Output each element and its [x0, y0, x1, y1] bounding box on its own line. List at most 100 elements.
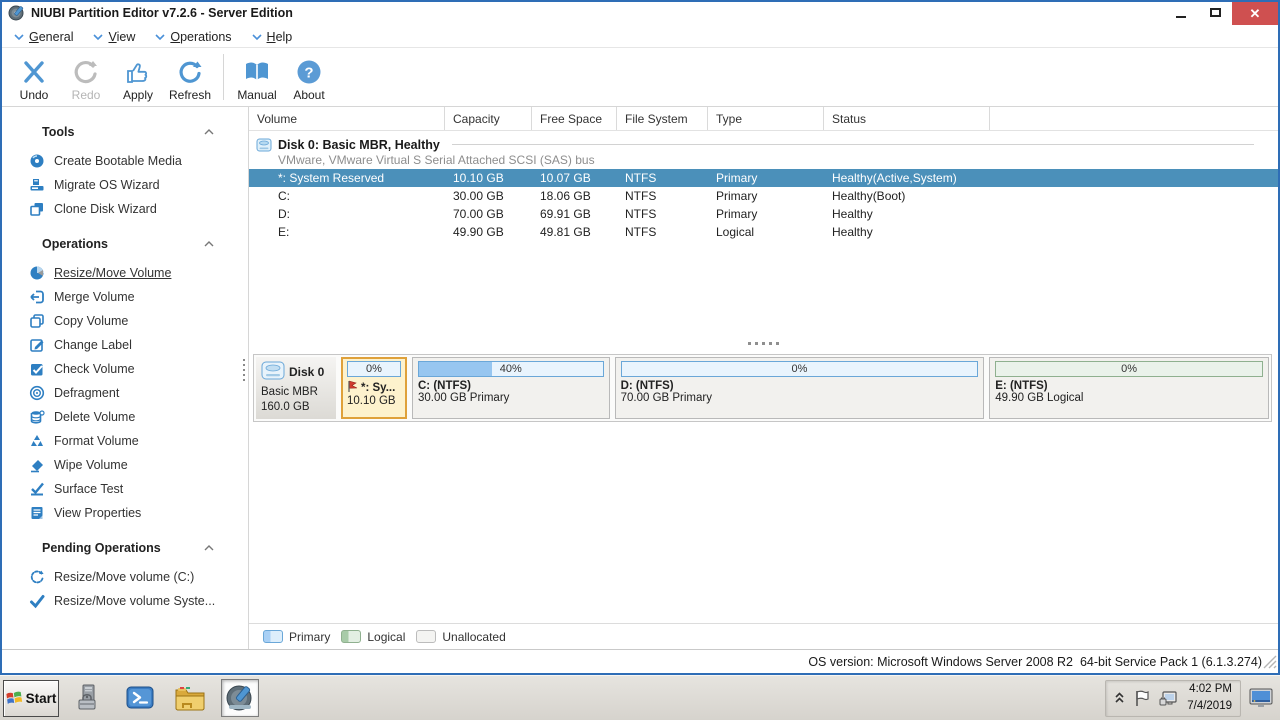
taskbar-powershell-icon[interactable] [121, 679, 159, 717]
disk-map-block-e[interactable]: 0% E: (NTFS) 49.90 GB Logical [989, 357, 1269, 419]
disk-map-block-system-reserved[interactable]: 0% *: Sy... 10.10 GB [341, 357, 407, 419]
sidebar: Tools Create Bootable Media Migrate OS W… [2, 107, 249, 649]
redo-button[interactable]: Redo [60, 50, 112, 104]
column-header-free-space[interactable]: Free Space [532, 107, 617, 130]
sidebar-item-surface-test[interactable]: Surface Test [2, 477, 248, 501]
os-version-text: OS version: Microsoft Windows Server 200… [808, 655, 1262, 669]
taskbar-niubi-icon[interactable] [221, 679, 259, 717]
sidebar-item-resize-move-volume[interactable]: Resize/Move Volume [2, 261, 248, 285]
system-tray: 4:02 PM 7/4/2019 [1105, 680, 1277, 717]
sidebar-section-operations: Operations Resize/Move Volume Merge Volu… [2, 233, 248, 525]
disk-map-block-c[interactable]: 40% C: (NTFS) 30.00 GB Primary [412, 357, 610, 419]
close-button[interactable]: ✕ [1232, 2, 1278, 25]
minimize-icon [1176, 16, 1186, 18]
legend-logical: Logical [341, 630, 405, 644]
disk-drive-icon [256, 138, 272, 152]
volume-row-system-reserved[interactable]: *: System Reserved 10.10 GB 10.07 GB NTF… [249, 169, 1278, 187]
pending-item-resize-move-c[interactable]: Resize/Move volume (C:) [2, 565, 248, 589]
action-center-flag-icon[interactable] [1134, 690, 1150, 707]
sidebar-item-create-bootable-media[interactable]: Create Bootable Media [2, 149, 248, 173]
sidebar-item-format-volume[interactable]: Format Volume [2, 429, 248, 453]
surface-test-icon [29, 481, 45, 497]
check-volume-icon [29, 361, 45, 377]
maximize-icon [1210, 8, 1221, 17]
menu-help[interactable]: Help [252, 30, 293, 44]
clock-time: 4:02 PM [1187, 681, 1232, 698]
menu-bar: General View Operations Help [2, 26, 1278, 48]
disk-group-row[interactable]: Disk 0: Basic MBR, Healthy VMware, VMwar… [249, 131, 1278, 169]
volume-row-c[interactable]: C: 30.00 GB 18.06 GB NTFS Primary Health… [249, 187, 1278, 205]
sidebar-section-pending-header[interactable]: Pending Operations [42, 537, 214, 559]
menu-view[interactable]: View [93, 30, 135, 44]
menu-operations-label: Operations [170, 30, 231, 44]
volume-row-e[interactable]: E: 49.90 GB 49.81 GB NTFS Logical Health… [249, 223, 1278, 241]
column-header-capacity[interactable]: Capacity [445, 107, 532, 130]
sidebar-item-change-label[interactable]: Change Label [2, 333, 248, 357]
menu-operations[interactable]: Operations [155, 30, 231, 44]
partition-label: E: (NTFS) [995, 380, 1263, 392]
sidebar-item-merge-volume[interactable]: Merge Volume [2, 285, 248, 309]
disk-map-panel: Disk 0 Basic MBR 160.0 GB 0% *: Sy... 10… [253, 354, 1272, 422]
panel-splitter-handle[interactable] [249, 337, 1278, 349]
hidden-icons-chevron-icon[interactable] [1114, 691, 1125, 705]
menu-general[interactable]: General [14, 30, 73, 44]
sidebar-splitter-handle[interactable] [243, 359, 245, 381]
taskbar-server-manager-icon[interactable] [71, 679, 109, 717]
migrate-os-icon [29, 177, 45, 193]
menu-help-label: Help [267, 30, 293, 44]
sidebar-section-tools-header[interactable]: Tools [42, 121, 214, 143]
status-bar: OS version: Microsoft Windows Server 200… [2, 649, 1278, 673]
windows-flag-icon [6, 691, 23, 706]
sidebar-item-clone-disk-wizard[interactable]: Clone Disk Wizard [2, 197, 248, 221]
resize-grip[interactable] [1263, 655, 1277, 672]
volume-row-d[interactable]: D: 70.00 GB 69.91 GB NTFS Primary Health… [249, 205, 1278, 223]
disk-map-block-d[interactable]: 0% D: (NTFS) 70.00 GB Primary [615, 357, 985, 419]
window-title: NIUBI Partition Editor v7.2.6 - Server E… [31, 6, 293, 20]
sidebar-item-view-properties[interactable]: View Properties [2, 501, 248, 525]
wipe-eraser-icon [29, 457, 45, 473]
partition-label: D: (NTFS) [621, 380, 979, 392]
column-header-file-system[interactable]: File System [617, 107, 708, 130]
show-desktop-icon[interactable] [1249, 688, 1273, 708]
unallocated-swatch-icon [416, 630, 436, 643]
sidebar-item-migrate-os-wizard[interactable]: Migrate OS Wizard [2, 173, 248, 197]
usage-fill [419, 362, 492, 376]
taskbar-clock[interactable]: 4:02 PM 7/4/2019 [1187, 681, 1232, 714]
legend-bar: Primary Logical Unallocated [249, 623, 1278, 649]
network-status-icon[interactable] [1159, 690, 1178, 707]
app-logo-icon [8, 5, 26, 21]
cd-disc-icon [29, 153, 45, 169]
sidebar-item-wipe-volume[interactable]: Wipe Volume [2, 453, 248, 477]
undo-icon [20, 58, 48, 86]
sidebar-item-defragment[interactable]: Defragment [2, 381, 248, 405]
refresh-button[interactable]: Refresh [164, 50, 216, 104]
disk-map-disk-info[interactable]: Disk 0 Basic MBR 160.0 GB [256, 357, 336, 419]
main-panel: Volume Capacity Free Space File System T… [249, 107, 1278, 649]
column-header-type[interactable]: Type [708, 107, 824, 130]
sidebar-item-copy-volume[interactable]: Copy Volume [2, 309, 248, 333]
redo-icon [72, 58, 100, 86]
disk-map-disk-name: Disk 0 [289, 365, 324, 379]
taskbar-file-explorer-icon[interactable] [171, 679, 209, 717]
undo-button[interactable]: Undo [8, 50, 60, 104]
pending-item-resize-move-system[interactable]: Resize/Move volume Syste... [2, 589, 248, 613]
apply-button[interactable]: Apply [112, 50, 164, 104]
partition-label: *: Sy... [361, 382, 395, 394]
column-header-status[interactable]: Status [824, 107, 990, 130]
disk-group-subtitle: VMware, VMware Virtual S Serial Attached… [249, 153, 1278, 169]
sidebar-section-operations-header[interactable]: Operations [42, 233, 214, 255]
about-button[interactable]: ? About [283, 50, 335, 104]
maximize-button[interactable] [1198, 2, 1232, 23]
chevron-up-icon [204, 128, 214, 136]
sidebar-item-check-volume[interactable]: Check Volume [2, 357, 248, 381]
sidebar-item-delete-volume[interactable]: Delete Volume [2, 405, 248, 429]
disk-group-title: Disk 0: Basic MBR, Healthy [278, 138, 440, 152]
legend-unallocated: Unallocated [416, 630, 505, 644]
merge-volume-icon [29, 289, 45, 305]
format-recycle-icon [29, 433, 45, 449]
column-header-volume[interactable]: Volume [249, 107, 445, 130]
minimize-button[interactable] [1164, 2, 1198, 23]
manual-button[interactable]: Manual [231, 50, 283, 104]
menu-general-label: General [29, 30, 73, 44]
start-button[interactable]: Start [3, 680, 59, 717]
